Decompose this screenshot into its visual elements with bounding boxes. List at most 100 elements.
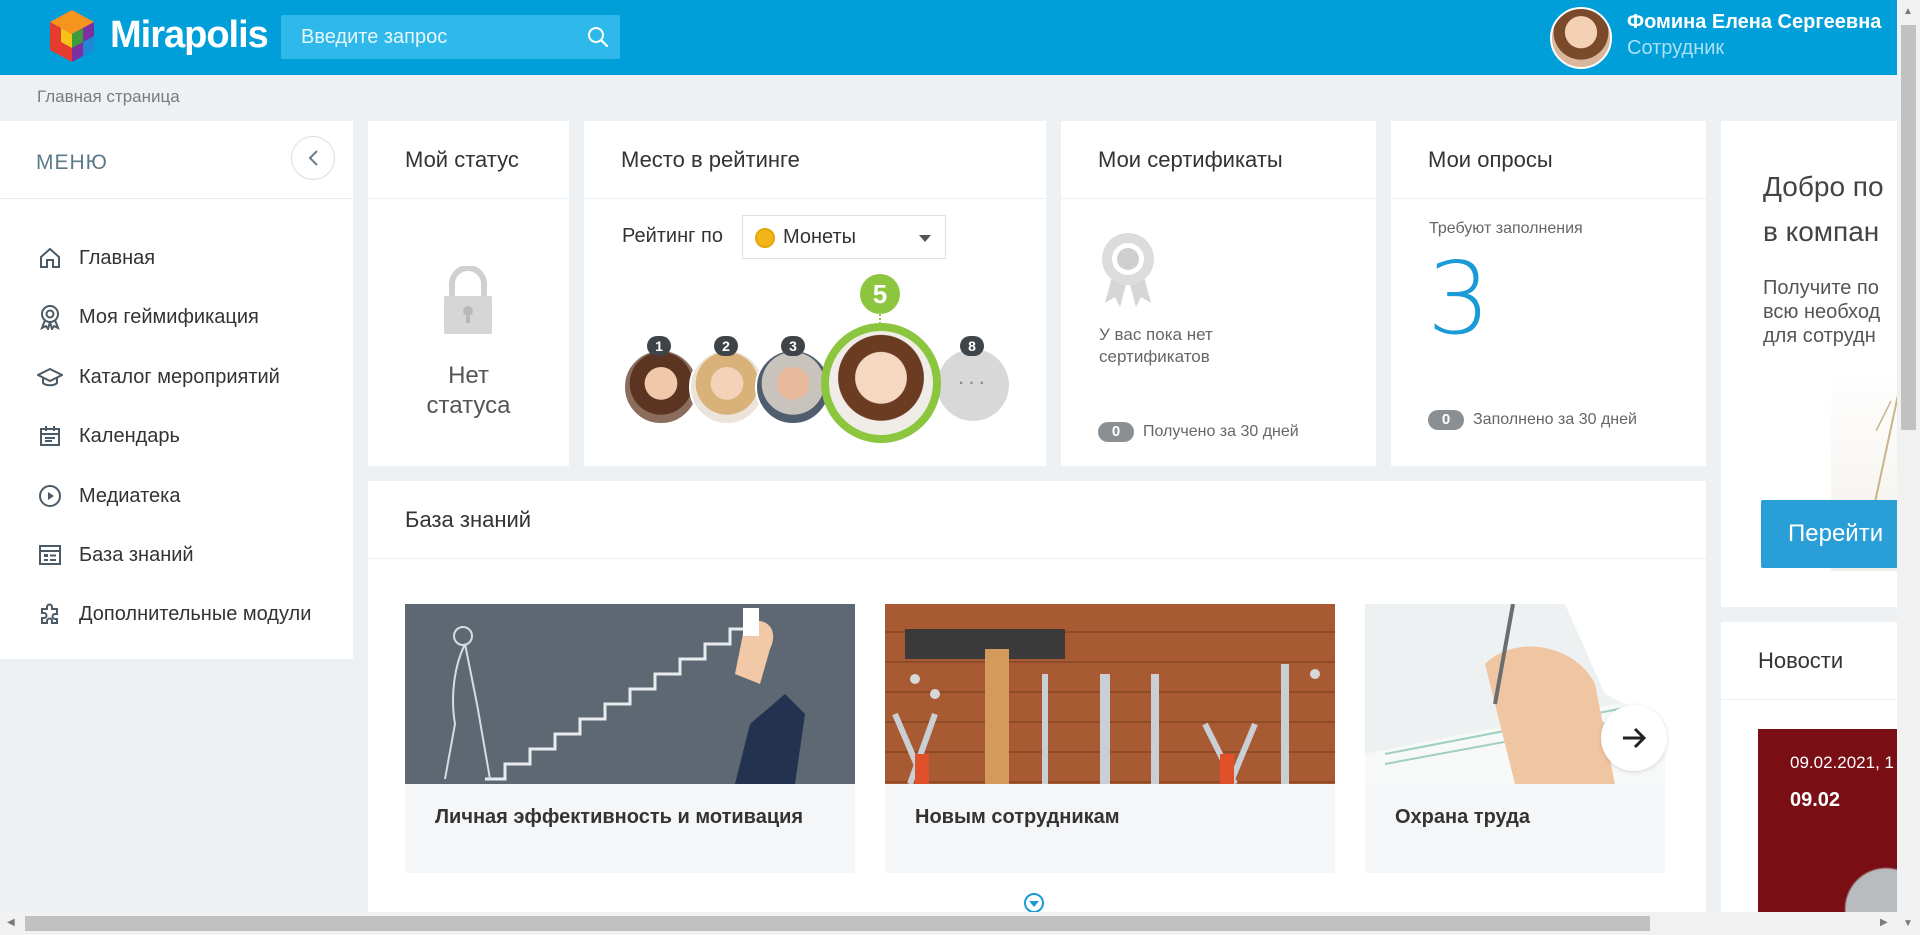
scroll-right-icon[interactable]: ▶ bbox=[1880, 917, 1888, 928]
status-text: Нет статуса bbox=[368, 361, 569, 421]
search-box bbox=[281, 15, 620, 59]
horizontal-scrollbar[interactable]: ◀ ▶ bbox=[0, 912, 1897, 935]
rating-card: Место в рейтинге Рейтинг по Монеты 1 2 3… bbox=[584, 121, 1046, 466]
card-title: Место в рейтинге bbox=[621, 147, 800, 172]
sidebar-item-label: База знаний bbox=[79, 543, 194, 566]
certificates-count-badge: 0 bbox=[1098, 422, 1134, 442]
search-input[interactable] bbox=[281, 15, 571, 59]
my-place-badge: 5 bbox=[860, 274, 900, 314]
rating-type-value: Монеты bbox=[783, 226, 857, 248]
user-name[interactable]: Фомина Елена Сергеевна bbox=[1627, 11, 1881, 34]
card-divider bbox=[368, 558, 1706, 559]
kb-next-button[interactable] bbox=[1601, 705, 1667, 771]
surveys-card[interactable]: Мои опросы Требуют заполнения 3 0 Заполн… bbox=[1391, 121, 1706, 466]
news-date: 09.02.2021, 1 bbox=[1790, 753, 1894, 772]
sidebar-item-gamification[interactable]: Моя геймификация bbox=[36, 302, 259, 332]
sidebar-item-label: Главная bbox=[79, 246, 156, 269]
sidebar-item-catalog[interactable]: Каталог мероприятий bbox=[36, 362, 280, 392]
calendar-icon bbox=[36, 422, 64, 450]
sidebar-item-knowledge-base[interactable]: База знаний bbox=[36, 540, 194, 570]
sidebar-item-media[interactable]: Медиатека bbox=[36, 481, 180, 511]
logo-icon[interactable] bbox=[42, 8, 102, 68]
surveys-count-note: Заполнено за 30 дней bbox=[1473, 411, 1637, 428]
search-icon[interactable] bbox=[586, 25, 610, 49]
arrow-right-icon bbox=[1623, 727, 1647, 749]
rating-place-badge: 3 bbox=[781, 336, 805, 356]
card-title: База знаний bbox=[405, 507, 532, 532]
news-card: Новости 09.02.2021, 1 09.02 bbox=[1721, 622, 1897, 912]
more-participants-button[interactable]: ··· bbox=[937, 349, 1009, 421]
menu-title: МЕНЮ bbox=[36, 151, 108, 174]
kb-tile-label: Охрана труда bbox=[1395, 806, 1530, 828]
card-divider bbox=[1061, 198, 1376, 199]
menu-collapse-button[interactable] bbox=[291, 136, 335, 180]
vertical-scrollbar[interactable]: ▲ ▼ bbox=[1897, 0, 1920, 935]
welcome-card: Добро по в компан Получите по всю необхо… bbox=[1721, 121, 1897, 607]
rating-by-label: Рейтинг по bbox=[622, 225, 723, 247]
top-header: Mirapolis Фомина Елена Сергеевна Сотрудн… bbox=[0, 0, 1897, 75]
surveys-required-count[interactable]: 3 bbox=[1427, 239, 1491, 359]
play-icon bbox=[36, 482, 64, 510]
surveys-required-label: Требуют заполнения bbox=[1429, 220, 1583, 237]
news-date-short: 09.02 bbox=[1790, 789, 1841, 811]
card-title: Мои опросы bbox=[1428, 147, 1553, 172]
welcome-text: Получите по всю необход для сотрудн bbox=[1763, 276, 1880, 348]
welcome-title: Добро по в компан bbox=[1763, 164, 1884, 254]
sidebar-item-label: Медиатека bbox=[79, 484, 181, 507]
kb-tile-image bbox=[405, 604, 855, 784]
download-circle-icon[interactable] bbox=[1023, 892, 1045, 912]
rating-avatar-2[interactable] bbox=[689, 349, 765, 425]
welcome-text-line2: всю необход bbox=[1763, 301, 1881, 323]
status-line1: Нет bbox=[448, 362, 489, 389]
home-icon bbox=[36, 244, 64, 272]
news-item[interactable]: 09.02.2021, 1 09.02 bbox=[1758, 729, 1897, 912]
card-title: Мои сертификаты bbox=[1098, 147, 1283, 172]
sidebar-item-label: Моя геймификация bbox=[79, 305, 259, 328]
sidebar-item-home[interactable]: Главная bbox=[36, 243, 155, 273]
horizontal-scroll-thumb[interactable] bbox=[25, 916, 1650, 931]
no-certificates-text: У вас пока нет сертификатов bbox=[1099, 325, 1213, 366]
certificate-ribbon-icon bbox=[1102, 233, 1154, 307]
status-line2: статуса bbox=[426, 392, 511, 419]
scroll-down-icon[interactable]: ▼ bbox=[1903, 918, 1913, 929]
welcome-title-line2: в компан bbox=[1763, 216, 1880, 247]
knowledge-base-card: База знаний Личная эффективность и мотив… bbox=[368, 481, 1706, 912]
card-divider bbox=[584, 198, 1046, 199]
sidebar-menu: МЕНЮ Главная Моя геймификация Каталог ме… bbox=[0, 121, 353, 659]
menu-divider bbox=[0, 198, 353, 199]
card-divider bbox=[368, 198, 569, 199]
coin-icon bbox=[755, 228, 775, 248]
scroll-left-icon[interactable]: ◀ bbox=[7, 917, 15, 928]
rating-avatar-1[interactable] bbox=[623, 349, 699, 425]
sidebar-item-modules[interactable]: Дополнительные модули bbox=[36, 599, 311, 629]
sidebar-item-calendar[interactable]: Календарь bbox=[36, 421, 180, 451]
card-title: Мой статус bbox=[405, 147, 519, 172]
vertical-scroll-thumb[interactable] bbox=[1901, 25, 1916, 430]
my-status-card[interactable]: Мой статус Нет статуса bbox=[368, 121, 569, 466]
certificates-card[interactable]: Мои сертификаты У вас пока нет сертифика… bbox=[1061, 121, 1376, 466]
kb-tile-label: Новым сотрудникам bbox=[915, 806, 1120, 828]
breadcrumb[interactable]: Главная страница bbox=[37, 87, 180, 107]
rating-avatar-3[interactable] bbox=[755, 349, 831, 425]
lock-icon bbox=[444, 266, 492, 334]
chevron-down-icon bbox=[919, 235, 931, 242]
card-divider bbox=[1391, 198, 1706, 199]
welcome-go-button[interactable]: Перейти bbox=[1761, 500, 1897, 568]
sidebar-item-label: Дополнительные модули bbox=[79, 602, 312, 625]
welcome-title-line1: Добро по bbox=[1763, 171, 1884, 202]
sidebar-item-label: Календарь bbox=[79, 424, 180, 447]
sidebar-item-label: Каталог мероприятий bbox=[79, 365, 280, 388]
logo-text[interactable]: Mirapolis bbox=[110, 14, 269, 57]
scroll-up-icon[interactable]: ▲ bbox=[1903, 6, 1913, 17]
kb-tile-new-employees[interactable]: Новым сотрудникам bbox=[885, 604, 1335, 873]
rating-place-badge: 2 bbox=[714, 336, 738, 356]
user-avatar[interactable] bbox=[1550, 7, 1612, 69]
medal-icon bbox=[36, 303, 64, 331]
kb-tile-efficiency[interactable]: Личная эффективность и мотивация bbox=[405, 604, 855, 873]
rating-type-select[interactable]: Монеты bbox=[742, 215, 946, 259]
kb-tile-image bbox=[885, 604, 1335, 784]
rating-place-badge: 8 bbox=[960, 336, 984, 356]
welcome-text-line3: для сотрудн bbox=[1763, 325, 1876, 347]
my-avatar[interactable] bbox=[821, 323, 941, 443]
news-title: Новости bbox=[1758, 648, 1844, 673]
